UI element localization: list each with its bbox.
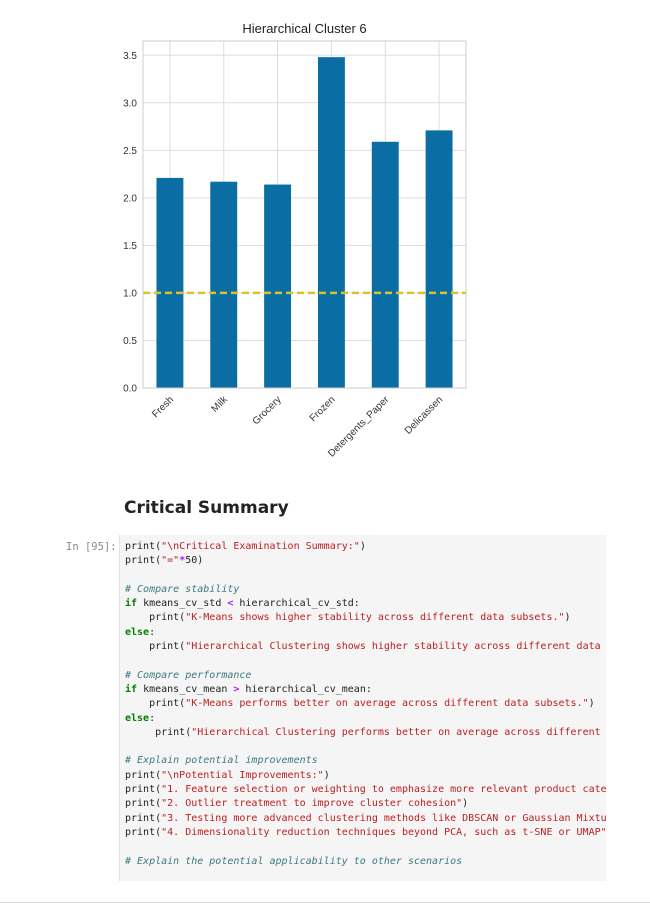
code-token: kmeans_cv_mean (137, 683, 234, 695)
code-token: : (149, 712, 156, 724)
y-tick-label: 3.0 (123, 98, 137, 109)
x-tick-labels: Fresh Milk Grocery FrozenDetergents_Paper De… (150, 394, 445, 460)
code-token: # Explain the potential applicability to… (125, 855, 463, 867)
code-token: "2. Outlier treatment to improve cluster… (161, 798, 463, 810)
code-token: "Hierarchical Clustering shows higher st… (185, 641, 601, 653)
x-tick-label: Detergents_Paper (326, 394, 392, 460)
code-line: print("Hierarchical Clustering shows hig… (125, 640, 606, 654)
y-tick-label: 1.5 (123, 241, 137, 252)
code-token: "\nCritical Examination Summary:" (161, 541, 360, 552)
code-token: # Explain potential improvements (125, 755, 318, 767)
code-token: print( (125, 769, 162, 781)
code-token: "K-Means shows higher stability across d… (185, 612, 565, 624)
code-token: "4. Dimensionality reduction techniques … (161, 826, 606, 838)
code-token: else (125, 712, 150, 724)
code-line: # Explain the potential applicability to… (125, 855, 606, 869)
code-token: ) (359, 541, 366, 552)
code-token: "=" (161, 555, 180, 567)
code-token: if (125, 683, 138, 695)
code-line: # Compare stability (125, 583, 606, 597)
cell-prompt: In [95]: (66, 541, 117, 553)
code-token: print( (125, 726, 192, 738)
code-token: else (125, 626, 150, 638)
bar-detergents-paper (371, 141, 399, 388)
bar-frozen (317, 57, 345, 388)
code-line: print("="*50) (125, 554, 606, 568)
code-line: if kmeans_cv_std < hierarchical_cv_std: (125, 597, 606, 611)
code-line: print("Hierarchical Clustering performs … (125, 726, 606, 740)
x-tick-label: Delicassen (403, 394, 445, 436)
code-token: ) (564, 612, 571, 624)
x-tick-label: Frozen (308, 394, 338, 424)
code-token: hierarchical_cv_std: (233, 598, 360, 610)
y-tick-label: 2.0 (123, 193, 137, 204)
y-tick-label: 2.5 (123, 146, 137, 157)
code-token: # Compare performance (125, 669, 252, 681)
y-tick-label: 3.5 (123, 51, 137, 62)
code-token: print( (125, 784, 162, 796)
code-token: hierarchical_cv_mean: (239, 683, 372, 695)
code-line: if kmeans_cv_mean > hierarchical_cv_mean… (125, 683, 606, 697)
code-line: else: (125, 712, 606, 726)
code-line: print("3. Testing more advanced clusteri… (125, 812, 606, 826)
code-token: print( (125, 641, 186, 653)
code-token: print( (125, 555, 162, 567)
code-line: print("2. Outlier treatment to improve c… (125, 797, 606, 811)
gridlines (143, 41, 466, 389)
code-token: ) (588, 698, 595, 710)
code-token: print( (125, 612, 186, 624)
bars (156, 57, 453, 388)
bar-grocery (264, 184, 292, 388)
code-token: "1. Feature selection or weighting to em… (161, 784, 606, 796)
code-token: "Hierarchical Clustering performs better… (191, 726, 601, 738)
code-token: "\nPotential Improvements:" (161, 769, 324, 781)
code-token: print( (125, 812, 162, 824)
chart-title: Hierarchical Cluster 6 (242, 21, 366, 36)
y-tick-label: 1.0 (123, 288, 137, 299)
x-tick-label: Milk (210, 394, 231, 415)
bar-milk (210, 181, 238, 388)
code-line: print("\nPotential Improvements:") (125, 769, 606, 783)
code-line: print("K-Means shows higher stability ac… (125, 611, 606, 625)
bar-delicassen (425, 130, 453, 388)
code-line: else: (125, 626, 606, 640)
code-token: if (125, 598, 138, 610)
code-token: print( (125, 698, 186, 710)
code-token: print( (125, 541, 162, 552)
y-tick-label: 0.0 (123, 384, 137, 395)
y-tick-label: 0.5 (123, 336, 137, 347)
code-line: print("K-Means performs better on averag… (125, 697, 606, 711)
code-token: print( (125, 826, 162, 838)
x-tick-label: Grocery (251, 394, 284, 427)
code-token: "K-Means performs better on average acro… (185, 698, 589, 710)
code-token: # Compare stability (125, 583, 240, 595)
code-token: kmeans_cv_std (137, 598, 228, 610)
bar-fresh (156, 177, 184, 388)
bar-chart: 0.0 0.5 1.0 1.5 2.0 2.5 3.0 3.5 Fresh Milk Grocer… (123, 21, 467, 460)
divider (0, 902, 650, 903)
x-tick-label: Fresh (150, 394, 176, 420)
code-token: : (149, 626, 156, 638)
code-cell[interactable]: print("\nCritical Examination Summary:")… (119, 535, 606, 881)
code-editor[interactable]: print("\nCritical Examination Summary:")… (120, 535, 606, 869)
code-token: print( (125, 798, 162, 810)
code-token: ) (323, 769, 330, 781)
code-line: print("4. Dimensionality reduction techn… (125, 826, 606, 840)
code-line: # Explain potential improvements (125, 754, 606, 768)
code-token: 50) (185, 555, 204, 567)
code-line: print("\nCritical Examination Summary:") (125, 540, 606, 554)
section-heading: Critical Summary (124, 498, 289, 518)
code-token: "3. Testing more advanced clustering met… (161, 812, 606, 824)
code-line: # Compare performance (125, 669, 606, 683)
code-line: print("1. Feature selection or weighting… (125, 783, 606, 797)
code-token: ) (462, 798, 469, 810)
plot-frame (142, 40, 467, 389)
y-tick-labels: 0.0 0.5 1.0 1.5 2.0 2.5 3.0 3.5 (123, 51, 137, 395)
